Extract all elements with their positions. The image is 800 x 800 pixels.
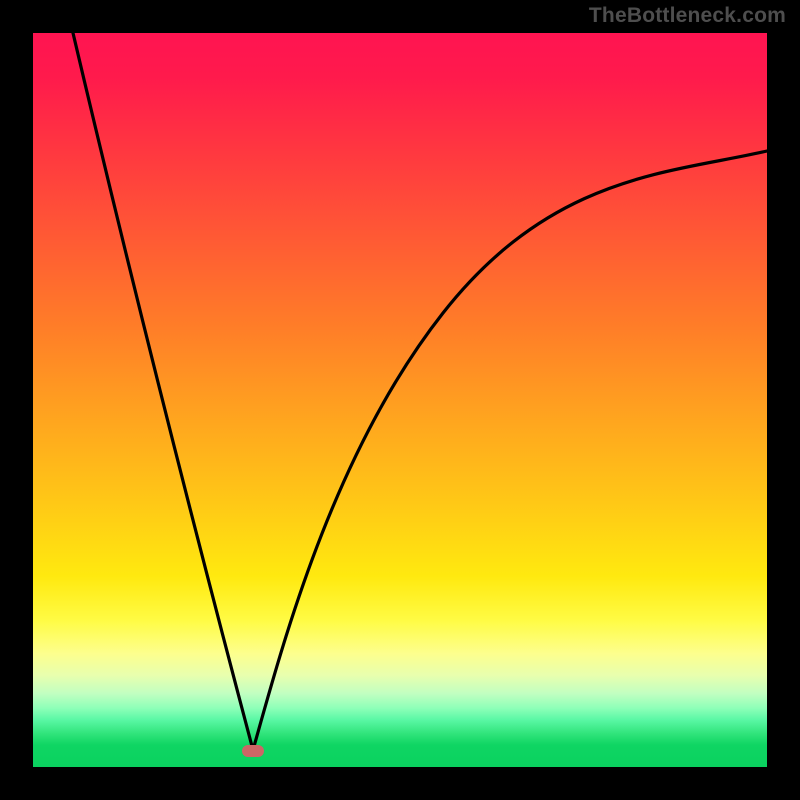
- curve-right-branch: [253, 151, 767, 750]
- curve-left-branch: [73, 33, 253, 750]
- plot-area: [33, 33, 767, 767]
- optimum-marker: [242, 745, 264, 757]
- bottleneck-curve: [33, 33, 767, 767]
- attribution-text: TheBottleneck.com: [589, 4, 786, 28]
- chart-frame: TheBottleneck.com: [0, 0, 800, 800]
